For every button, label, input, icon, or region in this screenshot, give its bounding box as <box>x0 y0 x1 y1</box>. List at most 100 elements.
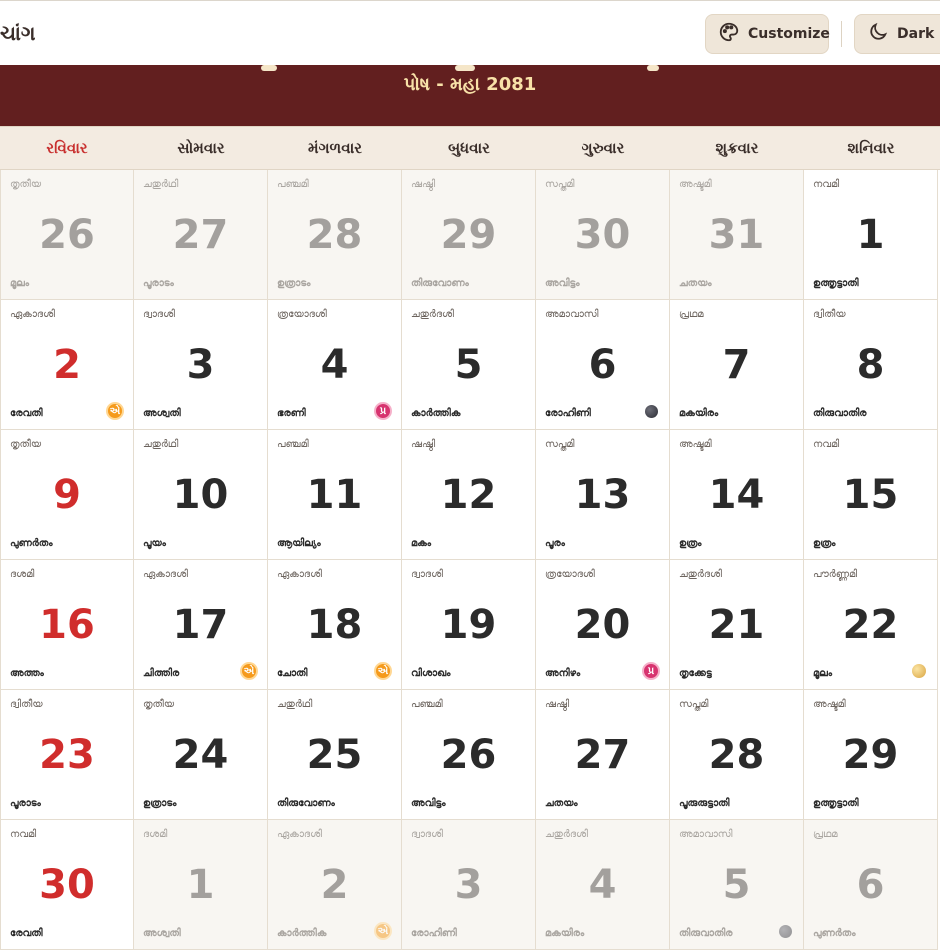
day-number: 29 <box>842 732 899 778</box>
day-cell[interactable]: നവമി 30 രേവതി <box>0 820 134 950</box>
day-cell[interactable]: ത്രയോദശി 4 ഭരണി પ્ર <box>268 300 402 430</box>
tithi-label: നവമി <box>813 439 840 450</box>
day-cell[interactable]: അമാവാസി 5 തിരുവാതിര <box>670 820 804 950</box>
tithi-label: ഏകാദശി <box>277 829 322 840</box>
day-cell[interactable]: സപ്തമി 28 പൂരുരുട്ടാതി <box>670 690 804 820</box>
customize-button[interactable]: Customize <box>705 14 830 54</box>
day-cell[interactable]: പ്രഥമ 7 മകയിരം <box>670 300 804 430</box>
day-cell[interactable]: തൃതീയ 24 ഉത്രാടം <box>134 690 268 820</box>
dark-mode-button[interactable]: Dark <box>854 14 940 54</box>
day-cell[interactable]: ഏകാദശി 2 രേവതി એ <box>0 300 134 430</box>
nakshatra-label: മകയിരം <box>679 408 719 419</box>
day-cell[interactable]: ദ്വാദശി 3 അശ്വതി <box>134 300 268 430</box>
day-cell[interactable]: പ്രഥമ 6 പുണർതം <box>804 820 938 950</box>
nakshatra-label: ചിത്തിര <box>143 668 180 679</box>
nakshatra-label: ഭരണി <box>277 408 306 419</box>
nakshatra-label: പൂരാടം <box>10 798 41 809</box>
nakshatra-label: രേവതി <box>10 408 43 419</box>
day-number: 5 <box>722 862 751 908</box>
day-number: 9 <box>53 472 81 518</box>
day-cell[interactable]: ദശമി 1 അശ്വതി <box>134 820 268 950</box>
day-cell[interactable]: ത്രയോദശി 20 അനിഴം પ્ર <box>536 560 670 690</box>
day-cell[interactable]: ഷഷ്ഠി 12 മകം <box>402 430 536 560</box>
top-bar: ચાંગ Customize Dark <box>0 0 940 65</box>
tithi-label: പഞ്ചമി <box>277 439 309 450</box>
nakshatra-label: ഉത്തൃട്ടാതി <box>813 278 859 289</box>
day-cell[interactable]: ദ്വിതീയ 23 പൂരാടം <box>0 690 134 820</box>
day-cell[interactable]: ചതുർഥി 10 പൂയം <box>134 430 268 560</box>
day-cell[interactable]: സപ്തമി 30 അവിട്ടം <box>536 170 670 300</box>
nakshatra-label: അനിഴം <box>545 668 581 679</box>
nakshatra-label: ചതയം <box>679 278 712 289</box>
day-cell[interactable]: നവമി 15 ഉത്രം <box>804 430 938 560</box>
tithi-label: നവമി <box>10 829 37 840</box>
nakshatra-label: രോഹിണി <box>545 408 591 419</box>
day-cell[interactable]: തൃതീയ 9 പുണർതം <box>0 430 134 560</box>
day-cell[interactable]: ചതുർദശി 5 കാർത്തിക <box>402 300 536 430</box>
day-cell[interactable]: അഷ്ടമി 14 ഉത്രം <box>670 430 804 560</box>
day-cell[interactable]: ഏകാദശി 18 ചോതി એ <box>268 560 402 690</box>
day-number: 4 <box>588 862 617 908</box>
day-cell[interactable]: ദ്വാദശി 3 രോഹിണി <box>402 820 536 950</box>
day-number: 6 <box>856 862 885 908</box>
day-cell[interactable]: ഷഷ്ഠി 27 ചതയം <box>536 690 670 820</box>
nakshatra-label: ഉത്രം <box>813 538 836 549</box>
day-cell[interactable]: പൗർണ്ണമി 22 മൂലം <box>804 560 938 690</box>
ekadashi-badge-icon: એ <box>106 402 124 420</box>
month-subtitle: પોષ - મહા 2081 <box>403 74 537 95</box>
nakshatra-label: അവിട്ടം <box>411 798 446 809</box>
weekday-label: શુક્રવાર <box>715 139 759 157</box>
customize-label: Customize <box>748 26 830 42</box>
day-cell[interactable]: ചതുർദശി 4 മകയിരം <box>536 820 670 950</box>
day-cell[interactable]: ചതുർഥി 27 പൂരാടം <box>134 170 268 300</box>
day-cell[interactable]: ഷഷ്ഠി 29 തിരുവോണം <box>402 170 536 300</box>
day-number: 28 <box>708 732 765 778</box>
nakshatra-label: തിരുവോണം <box>411 278 469 289</box>
nakshatra-label: കാർത്തിക <box>277 928 327 939</box>
day-number: 26 <box>440 732 497 778</box>
day-number: 1 <box>856 212 885 258</box>
day-cell[interactable]: പഞ്ചമി 28 ഉത്രാടം <box>268 170 402 300</box>
ekadashi-badge-icon: એ <box>374 662 392 680</box>
day-number: 28 <box>306 212 363 258</box>
tithi-label: ഏകാദശി <box>10 309 55 320</box>
day-cell[interactable]: തൃതീയ 26 മൂലം <box>0 170 134 300</box>
day-cell[interactable]: പഞ്ചമി 11 ആയില്യം <box>268 430 402 560</box>
tithi-label: തൃതീയ <box>143 699 175 710</box>
day-cell[interactable]: ചതുർഥി 25 തിരുവോണം <box>268 690 402 820</box>
day-cell[interactable]: അഷ്ടമി 29 ഉത്തൃട്ടാതി <box>804 690 938 820</box>
nakshatra-label: പുണർതം <box>813 928 856 939</box>
tithi-label: ദ്വാദശി <box>143 309 175 320</box>
day-number: 17 <box>172 602 229 648</box>
tithi-label: ദ്വിതീയ <box>813 309 846 320</box>
day-number: 29 <box>440 212 497 258</box>
tithi-label: പഞ്ചമി <box>411 699 443 710</box>
moon-icon <box>867 21 889 47</box>
tithi-label: അമാവാസി <box>545 309 599 320</box>
day-cell[interactable]: പഞ്ചമി 26 അവിട്ടം <box>402 690 536 820</box>
tithi-label: ദ്വാദശി <box>411 569 443 580</box>
day-number: 21 <box>708 602 765 648</box>
day-number: 26 <box>39 212 95 258</box>
nakshatra-label: മകം <box>411 538 432 549</box>
day-cell[interactable]: ഏകാദശി 2 കാർത്തിക એ <box>268 820 402 950</box>
day-cell[interactable]: ദ്വാദശി 19 വിശാഖം <box>402 560 536 690</box>
day-number: 14 <box>708 472 765 518</box>
day-cell[interactable]: ചതുർദശി 21 തൃക്കേട്ട <box>670 560 804 690</box>
nakshatra-label: തിരുവോണം <box>277 798 335 809</box>
nakshatra-label: മകയിരം <box>545 928 585 939</box>
day-cell[interactable]: ദശമി 16 അത്തം <box>0 560 134 690</box>
day-cell[interactable]: ദ്വിതീയ 8 തിരുവാതിര <box>804 300 938 430</box>
nakshatra-label: അശ്വതി <box>143 408 181 419</box>
weekday-label: ગુરુવાર <box>581 139 625 157</box>
day-cell[interactable]: നവമി 1 ഉത്തൃട്ടാതി <box>804 170 938 300</box>
day-cell[interactable]: അമാവാസി 6 രോഹിണി <box>536 300 670 430</box>
tithi-label: അമാവാസി <box>679 829 733 840</box>
day-cell[interactable]: ഏകാദശി 17 ചിത്തിര એ <box>134 560 268 690</box>
day-cell[interactable]: അഷ്ടമി 31 ചതയം <box>670 170 804 300</box>
day-cell[interactable]: സപ്തമി 13 പൂരം <box>536 430 670 560</box>
day-number: 1 <box>186 862 215 908</box>
tithi-label: ഏകാദശി <box>143 569 188 580</box>
nakshatra-label: ചതയം <box>545 798 578 809</box>
day-number: 16 <box>39 602 95 648</box>
